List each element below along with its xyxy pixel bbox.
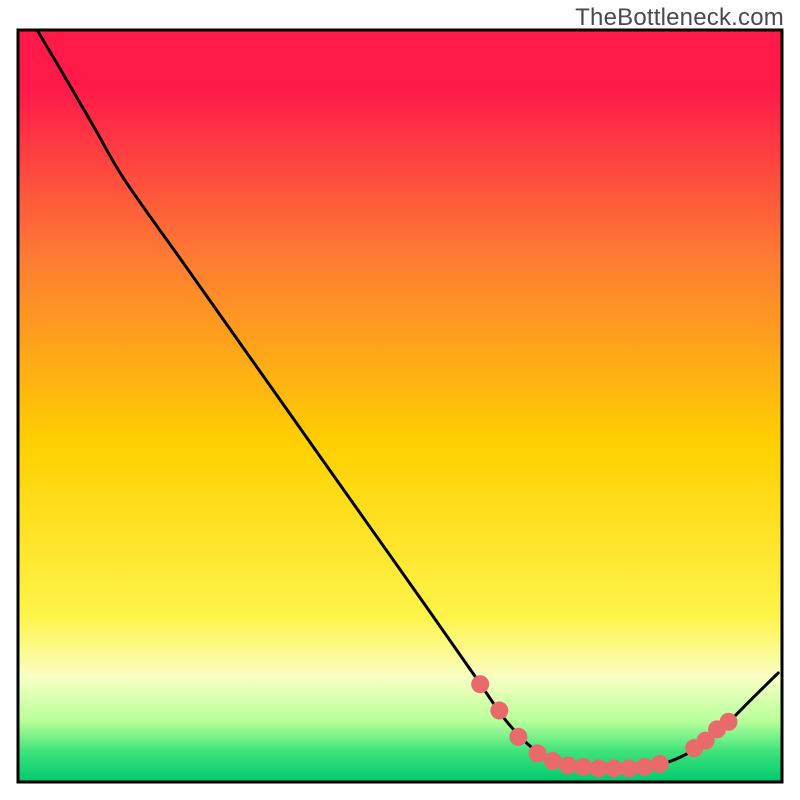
watermark-text: TheBottleneck.com [575,4,784,32]
data-marker [574,758,592,776]
bottleneck-chart [0,0,800,800]
data-marker [620,759,638,777]
data-marker [490,702,508,720]
data-marker [559,756,577,774]
chart-background [18,30,782,782]
data-marker [544,752,562,770]
data-marker [651,755,669,773]
data-marker [471,675,489,693]
chart-container: TheBottleneck.com [0,0,800,800]
data-marker [635,758,653,776]
data-marker [509,728,527,746]
data-marker [529,744,547,762]
data-marker [720,713,738,731]
